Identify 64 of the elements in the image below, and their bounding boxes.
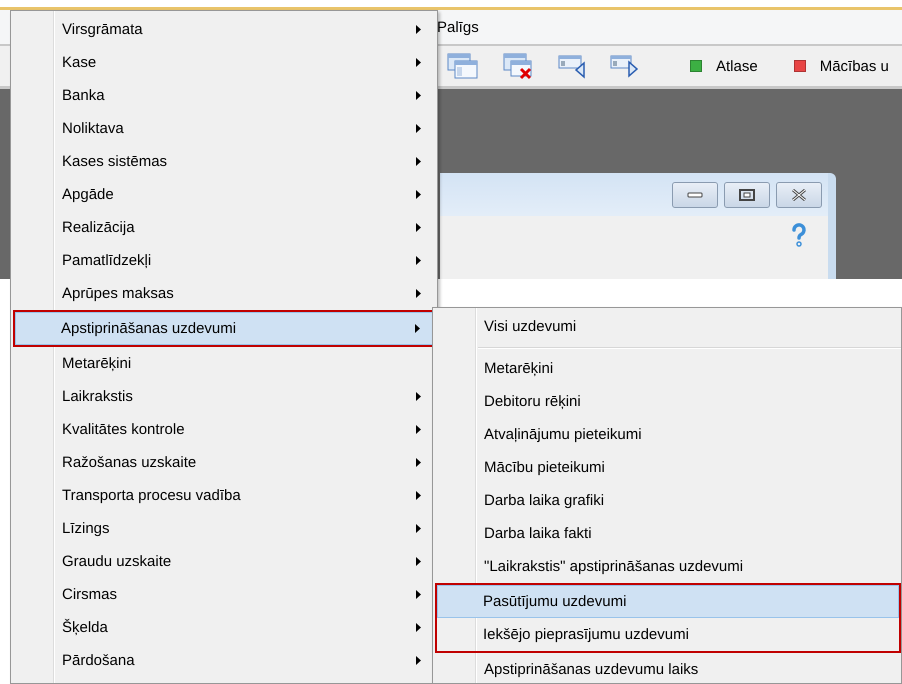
window-delete-icon[interactable] — [502, 52, 534, 80]
maximize-icon — [739, 188, 755, 200]
submenu-arrow-icon — [416, 425, 421, 434]
menu-item[interactable]: Kases sistēmas — [12, 145, 436, 178]
menu-item[interactable]: Darba laika fakti — [434, 517, 900, 550]
minimize-button[interactable] — [672, 182, 718, 208]
submenu-arrow-icon — [416, 91, 421, 100]
menu-item[interactable]: Iekšējo pieprasījumu uzdevumi — [437, 618, 899, 651]
menu-item[interactable]: Pamatlīdzekļi — [12, 244, 436, 277]
menu-item[interactable]: Laikrakstis — [12, 380, 436, 413]
submenu-arrow-icon — [416, 524, 421, 533]
submenu-arrow-icon — [416, 190, 421, 199]
submenu-arrow-icon — [416, 491, 421, 500]
menu-item[interactable]: Atvaļinājumu pieteikumi — [434, 418, 900, 451]
menu-item[interactable]: Noliktava — [12, 112, 436, 145]
filter-button[interactable]: Atlase — [690, 58, 758, 74]
submenu-arrow-icon — [416, 25, 421, 34]
menu-item[interactable]: Mācību pieteikumi — [434, 451, 900, 484]
menu-item[interactable]: Aprūpes maksas — [12, 277, 436, 310]
submenu-arrow-icon — [416, 256, 421, 265]
minimize-icon — [687, 192, 703, 198]
menu-item[interactable]: Virsgrāmata — [12, 13, 436, 46]
submenu-arrow-icon — [416, 58, 421, 67]
menu-item[interactable]: Apgāde — [12, 178, 436, 211]
menu-item[interactable]: Kvalitātes kontrole — [12, 413, 436, 446]
submenu-arrow-icon — [416, 458, 421, 467]
menu-item[interactable]: Pārdošana — [12, 644, 436, 677]
submenu-arrow-icon — [416, 157, 421, 166]
window-left-icon[interactable] — [558, 53, 586, 79]
menu-item[interactable]: Graudu uzskaite — [12, 545, 436, 578]
menu-item[interactable]: Visi uzdevumi — [434, 310, 900, 343]
menu-item[interactable]: Metarēķini — [434, 352, 900, 385]
menu-item[interactable]: Apstiprināšanas uzdevumi — [15, 312, 435, 345]
menu-item[interactable]: Palīgs — [437, 18, 479, 36]
menu-item[interactable]: Ražošanas uzskaite — [12, 446, 436, 479]
menu-item[interactable]: "Laikrakstis" apstiprināšanas uzdevumi — [434, 550, 900, 583]
menu-item[interactable]: Cirsmas — [12, 578, 436, 611]
menu-item[interactable]: Metarēķini — [12, 347, 436, 380]
filter-button[interactable]: Mācības u — [794, 58, 889, 74]
menu-item[interactable]: Šķelda — [12, 611, 436, 644]
window-right-icon[interactable] — [610, 53, 638, 79]
menu-item[interactable]: Banka — [12, 79, 436, 112]
menu-item[interactable]: Pasūtījumu uzdevumi — [437, 585, 899, 618]
menu-item[interactable]: Realizācija — [12, 211, 436, 244]
maximize-button[interactable] — [724, 182, 770, 208]
submenu-arrow-icon — [416, 392, 421, 401]
submenu-arrow-icon — [416, 124, 421, 133]
window-icon[interactable] — [446, 52, 478, 80]
close-icon — [791, 188, 807, 200]
menu-item[interactable]: Debitoru rēķini — [434, 385, 900, 418]
menu-item[interactable]: Kase — [12, 46, 436, 79]
menu-item[interactable]: Darba laika grafiki — [434, 484, 900, 517]
close-button[interactable] — [776, 182, 822, 208]
submenu-arrow-icon — [416, 656, 421, 665]
menu-item[interactable]: Transporta procesu vadība — [12, 479, 436, 512]
submenu-arrow-icon — [416, 557, 421, 566]
submenu-arrow-icon — [416, 289, 421, 298]
submenu-arrow-icon — [415, 324, 420, 333]
submenu-arrow-icon — [416, 623, 421, 632]
help-icon[interactable] — [790, 222, 808, 248]
menu-item[interactable]: Apstiprināšanas uzdevumu laiks — [434, 653, 900, 683]
submenu-arrow-icon — [416, 223, 421, 232]
menu-item[interactable]: Līzings — [12, 512, 436, 545]
submenu-arrow-icon — [416, 590, 421, 599]
